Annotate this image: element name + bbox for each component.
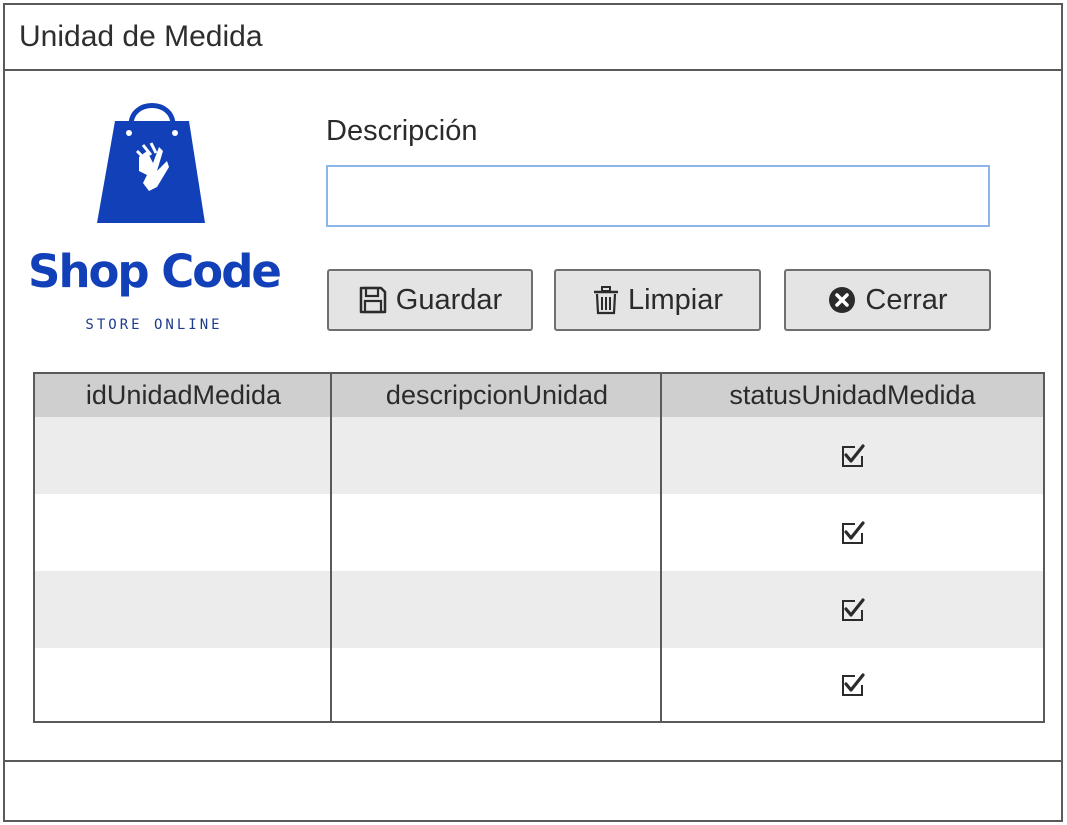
- cell-status: [662, 417, 1043, 494]
- shopping-bag-icon: [97, 103, 205, 223]
- cell-id: [35, 494, 332, 571]
- clear-button[interactable]: Limpiar: [554, 269, 761, 331]
- table-row[interactable]: [35, 571, 1043, 648]
- column-divider: [660, 374, 662, 721]
- cell-id: [35, 648, 332, 721]
- table-row[interactable]: [35, 648, 1043, 721]
- description-label: Descripción: [326, 115, 478, 147]
- cell-id: [35, 417, 332, 494]
- floppy-disk-icon: [359, 286, 387, 314]
- logo-name: Shop Code: [28, 245, 282, 298]
- checked-checkbox-icon[interactable]: [840, 672, 866, 698]
- cell-descripcion: [332, 648, 662, 721]
- close-button-label: Cerrar: [865, 283, 948, 316]
- close-button[interactable]: Cerrar: [784, 269, 991, 331]
- checked-checkbox-icon[interactable]: [840, 443, 866, 469]
- table-row[interactable]: [35, 494, 1043, 571]
- column-header-descripcion[interactable]: descripcionUnidad: [332, 374, 662, 417]
- trash-icon: [593, 286, 618, 315]
- save-button-label: Guardar: [395, 283, 503, 316]
- cell-descripcion: [332, 494, 662, 571]
- description-input[interactable]: [326, 165, 990, 227]
- units-table: idUnidadMedida descripcionUnidad statusU…: [33, 372, 1045, 723]
- logo-tagline: STORE ONLINE: [85, 317, 223, 333]
- cell-status: [662, 648, 1043, 721]
- table-header: idUnidadMedida descripcionUnidad statusU…: [35, 374, 1043, 417]
- checked-checkbox-icon[interactable]: [840, 520, 866, 546]
- shop-code-logo: Shop Code STORE ONLINE: [19, 85, 289, 347]
- save-button[interactable]: Guardar: [327, 269, 533, 331]
- clear-button-label: Limpiar: [627, 283, 724, 316]
- column-divider: [330, 374, 332, 721]
- status-bar: [5, 760, 1061, 820]
- table-row[interactable]: [35, 417, 1043, 494]
- cell-id: [35, 571, 332, 648]
- cell-descripcion: [332, 417, 662, 494]
- cell-status: [662, 571, 1043, 648]
- cell-status: [662, 494, 1043, 571]
- close-circle-icon: [829, 287, 856, 313]
- checked-checkbox-icon[interactable]: [840, 597, 866, 623]
- unidad-medida-window: Unidad de Medida Shop Code STORE ONLINE …: [3, 3, 1063, 822]
- column-header-id[interactable]: idUnidadMedida: [35, 374, 332, 417]
- window-title: Unidad de Medida: [5, 5, 1061, 71]
- column-header-status[interactable]: statusUnidadMedida: [662, 374, 1043, 417]
- cell-descripcion: [332, 571, 662, 648]
